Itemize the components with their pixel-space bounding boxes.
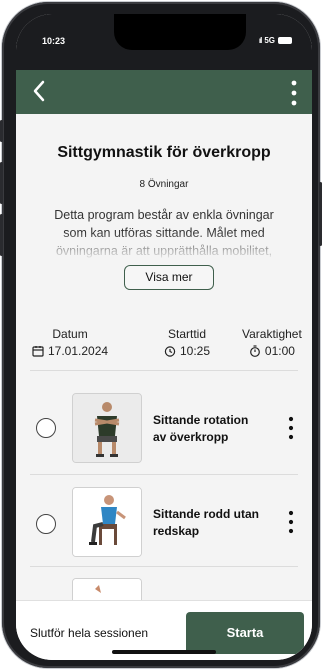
exercise-row[interactable]: Sittande rodd utan redskap: [16, 474, 312, 566]
status-bar: 10:23 ıl 5G: [16, 14, 312, 70]
row-kebab-menu-icon[interactable]: [288, 510, 294, 534]
start-time-info: Starttid 10:25: [164, 327, 210, 358]
exercise-figure-image: [73, 488, 141, 556]
back-arrow-icon[interactable]: [28, 78, 52, 104]
side-button: [0, 162, 3, 204]
duration-info: Varaktighet 01:00: [242, 327, 302, 358]
date-info: Datum 17.01.2024: [32, 327, 108, 358]
program-title: Sittgymnastik för överkropp: [57, 144, 271, 161]
side-button: [0, 214, 3, 256]
divider: [30, 566, 298, 567]
signal-icon: ıl: [258, 36, 263, 45]
start-label: Starttid: [168, 327, 207, 341]
side-button: [0, 120, 3, 142]
row-kebab-menu-icon[interactable]: [288, 416, 294, 440]
duration-value-row: 01:00: [242, 344, 302, 358]
exercise-figure-image: [73, 579, 141, 601]
stopwatch-icon: [249, 345, 260, 357]
exercise-thumbnail: [72, 487, 142, 557]
start-value: 10:25: [180, 344, 211, 358]
side-button: [319, 182, 322, 246]
exercise-thumbnail: [72, 578, 142, 601]
start-value-row: 10:25: [164, 344, 210, 358]
timer-icon: [164, 346, 176, 357]
network-label: 5G: [264, 36, 275, 45]
divider: [30, 370, 298, 371]
duration-label: Varaktighet: [242, 327, 302, 341]
notch: [114, 14, 246, 50]
screen: 10:23 ıl 5G Sittgymnastik för överkropp …: [16, 14, 312, 660]
status-indicators: ıl 5G: [259, 36, 292, 45]
show-more-button[interactable]: Visa mer: [124, 265, 214, 290]
exercise-figure-image: [73, 394, 141, 462]
home-indicator[interactable]: [112, 650, 216, 654]
finish-session-button[interactable]: Slutför hela sessionen: [30, 626, 148, 640]
date-label: Datum: [52, 327, 88, 341]
duration-value: 01:00: [264, 344, 295, 358]
calendar-icon: [32, 346, 44, 357]
exercise-row[interactable]: Sittande rotation av överkropp: [16, 378, 312, 470]
date-value-row: 17.01.2024: [32, 344, 108, 358]
exercise-count: 8 Övningar: [139, 179, 189, 190]
description-fade: [16, 232, 312, 268]
select-radio[interactable]: [36, 514, 56, 534]
select-radio[interactable]: [36, 418, 56, 438]
phone-frame: 10:23 ıl 5G Sittgymnastik för överkropp …: [0, 2, 322, 668]
date-value: 17.01.2024: [48, 344, 109, 358]
exercise-label: Sittande rodd utan redskap: [153, 507, 259, 538]
program-content: Sittgymnastik för överkropp 8 Övningar D…: [16, 114, 312, 601]
app-bar: [16, 70, 312, 114]
start-button[interactable]: Starta: [186, 612, 304, 654]
kebab-menu-icon[interactable]: [288, 79, 300, 107]
battery-icon: [278, 37, 292, 44]
exercise-thumbnail: [72, 393, 142, 463]
exercise-label: Sittande rotation av överkropp: [153, 413, 249, 444]
status-time: 10:23: [42, 36, 66, 46]
